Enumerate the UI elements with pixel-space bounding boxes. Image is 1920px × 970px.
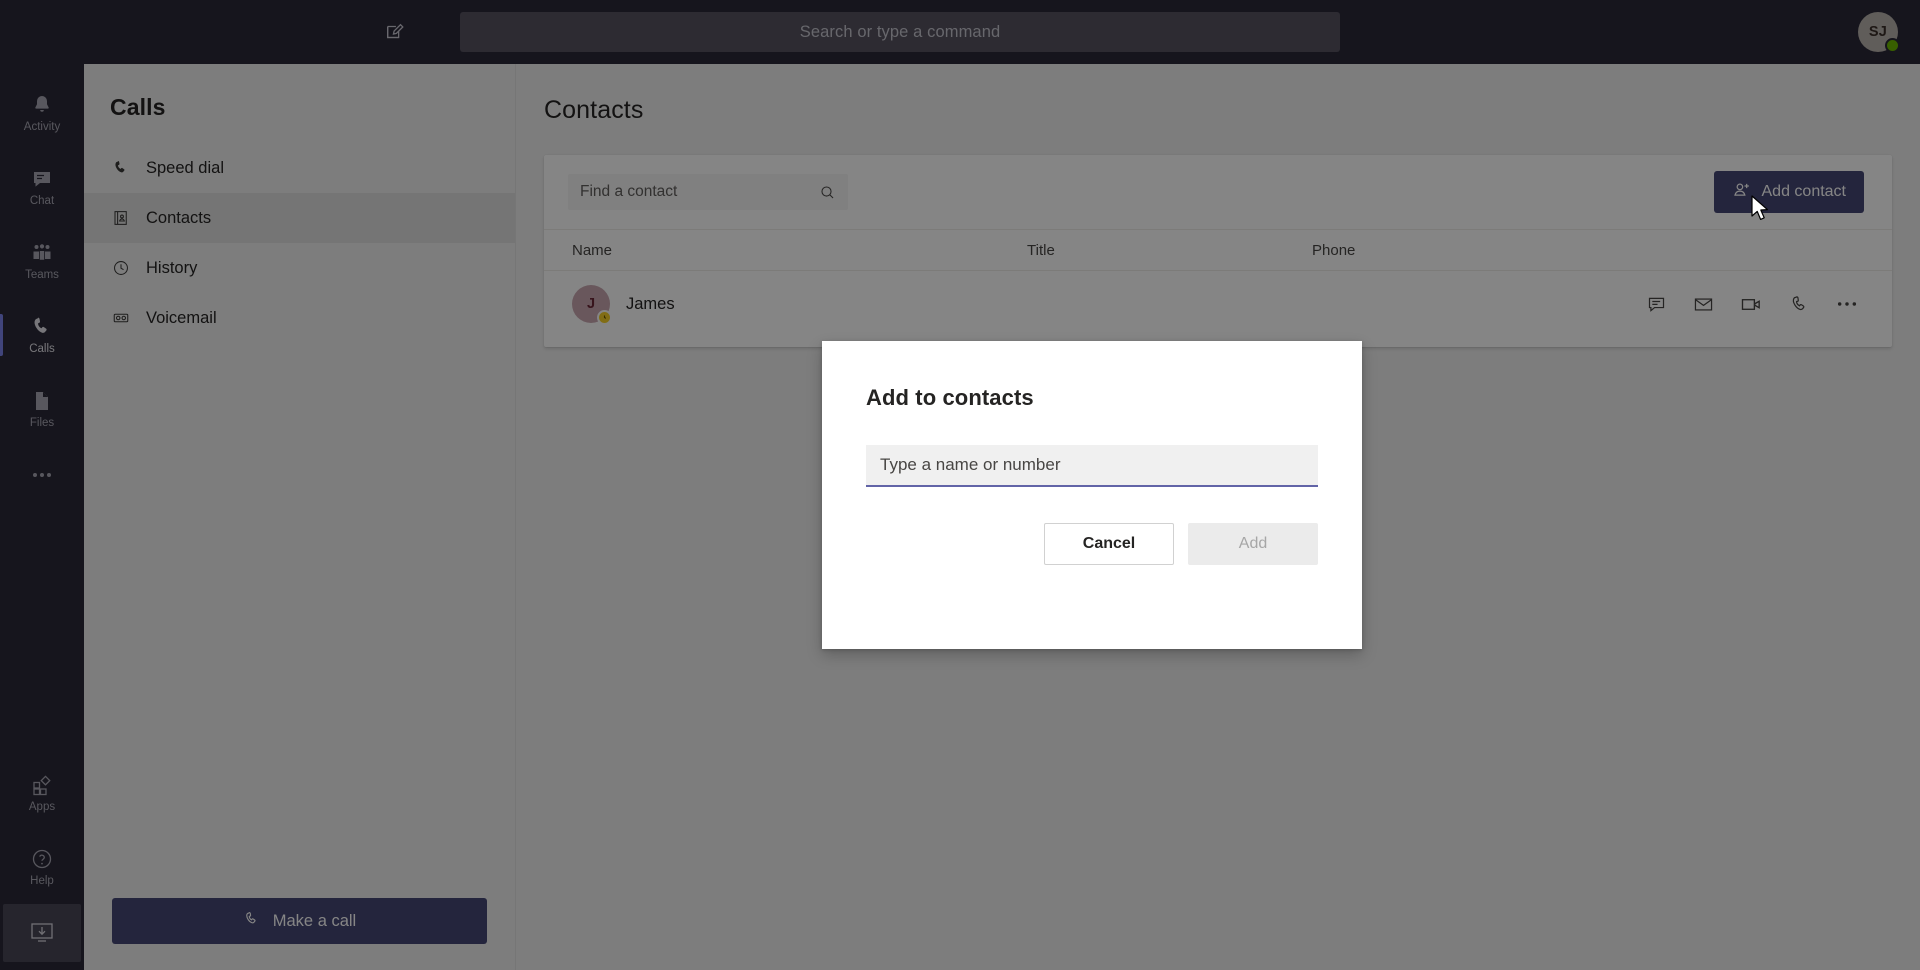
cancel-button[interactable]: Cancel bbox=[1044, 523, 1174, 565]
teams-app-window: Search or type a command SJ Activity Cha… bbox=[0, 0, 1920, 970]
dialog-title: Add to contacts bbox=[866, 385, 1034, 410]
add-to-contacts-dialog: Add to contacts Type a name or number Ca… bbox=[822, 341, 1362, 649]
add-button: Add bbox=[1188, 523, 1318, 565]
name-or-number-input[interactable]: Type a name or number bbox=[866, 445, 1318, 487]
dialog-actions: Cancel Add bbox=[866, 523, 1318, 565]
name-or-number-placeholder: Type a name or number bbox=[880, 455, 1061, 474]
